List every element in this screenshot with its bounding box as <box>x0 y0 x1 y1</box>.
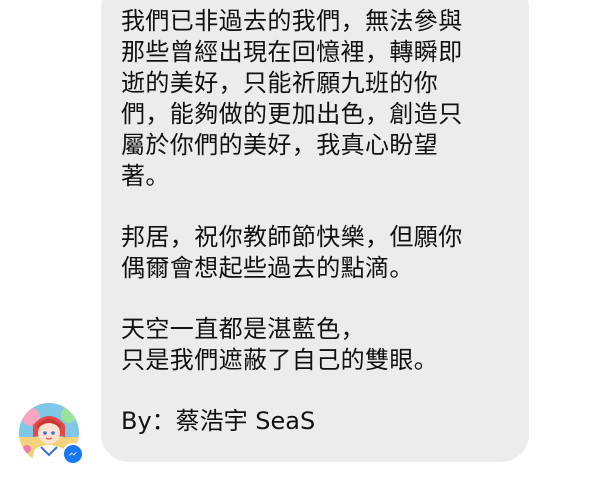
message-line: 著。 <box>121 162 170 190</box>
chat-thread: 我們已非過去的我們，無法參與 那些曾經出現在回憶裡，轉瞬即 逝的美好，只能祈願九… <box>0 0 600 493</box>
message-line: 們，能夠做的更加出色，創造只 <box>121 100 463 128</box>
messenger-icon <box>68 451 78 457</box>
message-line: 偶爾會想起些過去的點滴。 <box>121 254 414 282</box>
message-signature: By：蔡浩宇 SeaS <box>121 407 316 435</box>
message-line: 天空一直都是湛藍色， <box>121 315 365 343</box>
message-line: 我們已非過去的我們，無法參與 <box>121 7 463 35</box>
message-line: 邦居，祝你教師節快樂，但願你 <box>121 223 463 251</box>
message-paragraph-2: 邦居，祝你教師節快樂，但願你 偶爾會想起些過去的點滴。 <box>121 222 529 284</box>
message-line: 那些曾經出現在回憶裡，轉瞬即 <box>121 38 463 66</box>
message-paragraph-3: 天空一直都是湛藍色， 只是我們遮蔽了自己的雙眼。 <box>121 314 529 376</box>
message-paragraph-1: 我們已非過去的我們，無法參與 那些曾經出現在回憶裡，轉瞬即 逝的美好，只能祈願九… <box>121 6 529 192</box>
message-bubble[interactable]: 我們已非過去的我們，無法參與 那些曾經出現在回憶裡，轉瞬即 逝的美好，只能祈願九… <box>101 0 529 462</box>
messenger-badge <box>62 443 84 465</box>
message-line: 逝的美好，只能祈願九班的你 <box>121 69 439 97</box>
message-line: 屬於你們的美好，我真心盼望 <box>121 131 439 159</box>
message-line: 只是我們遮蔽了自己的雙眼。 <box>121 346 439 374</box>
